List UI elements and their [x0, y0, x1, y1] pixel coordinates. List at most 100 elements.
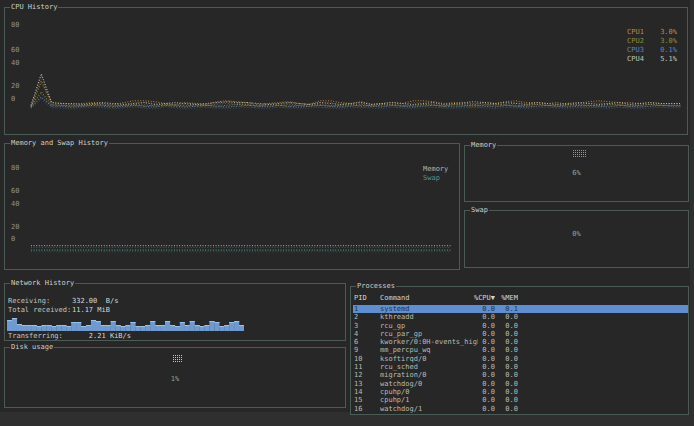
process-cell: 0.0	[459, 363, 495, 371]
processes-header: PID Command %CPU▼ %MEM	[353, 294, 688, 303]
swap-gauge-title: Swap	[470, 206, 489, 215]
legend-label: CPU2	[627, 37, 651, 46]
cpu-legend: CPU13.0%CPU23.0%CPU30.1%CPU45.1%	[627, 28, 677, 64]
process-row[interactable]: 10ksoftirqd/00.00.0	[353, 355, 688, 363]
process-cell: 0.0	[459, 371, 495, 379]
legend-row: Swap	[423, 174, 447, 183]
process-cell: 11	[354, 363, 378, 371]
cpu-y-label-60: 60	[11, 46, 19, 54]
memswap-y-label-0: 0	[11, 235, 15, 243]
swap-gauge-panel: Swap 0%	[464, 210, 689, 268]
swap-gauge-percent: 0%	[465, 230, 688, 238]
memswap-y-label-80: 80	[11, 164, 19, 172]
network-receive-chart	[7, 315, 244, 331]
memory-gauge-dots	[573, 150, 587, 158]
network-total-received-row: Total received: 11.17 MiB	[8, 306, 110, 314]
process-cell: 0.0	[493, 396, 518, 404]
process-cell: 13	[354, 380, 378, 388]
process-cell: 15	[354, 396, 378, 404]
process-cell: 0.0	[459, 313, 495, 321]
process-row[interactable]: 12migration/00.00.0	[353, 371, 688, 379]
legend-row: Memory	[423, 165, 447, 174]
process-cell: 0.0	[493, 355, 518, 363]
process-cell: 0.0	[459, 396, 495, 404]
process-cell: 0.1	[493, 305, 518, 313]
legend-row: CPU30.1%	[627, 46, 677, 55]
process-row[interactable]: 9mm_percpu_wq0.00.0	[353, 346, 688, 354]
memory-swap-legend: MemorySwap	[423, 165, 447, 183]
process-cell: 0.0	[459, 338, 495, 346]
process-cell: 0.0	[459, 355, 495, 363]
process-cell: 0.0	[493, 388, 518, 396]
process-cell: 2	[354, 313, 378, 321]
process-row[interactable]: 14cpuhp/00.00.0	[353, 388, 688, 396]
process-cell: 12	[354, 371, 378, 379]
process-cell: 14	[354, 388, 378, 396]
memory-gauge-title: Memory	[470, 141, 497, 150]
process-cell: 0.0	[493, 405, 518, 413]
legend-value: 3.0%	[651, 28, 677, 37]
network-history-panel: Network History Receiving: 332.00 B/s To…	[4, 283, 346, 341]
column-pid[interactable]: PID	[354, 294, 378, 302]
legend-row: CPU13.0%	[627, 28, 677, 37]
process-cell: 0.0	[493, 322, 518, 330]
process-row[interactable]: 3rcu_gp0.00.0	[353, 322, 688, 330]
cpu-history-chart	[27, 14, 685, 122]
process-cell: 0.0	[493, 371, 518, 379]
process-cell: 0.0	[459, 405, 495, 413]
process-cell: 9	[354, 346, 378, 354]
process-row[interactable]: 6kworker/0:0H-events_high0.00.0	[353, 338, 688, 346]
process-row[interactable]: 13watchdog/00.00.0	[353, 380, 688, 388]
receiving-label: Receiving:	[8, 297, 72, 305]
process-cell: 0.0	[459, 305, 495, 313]
process-cell: 6	[354, 338, 378, 346]
disk-usage-dots	[173, 355, 183, 363]
process-cell: 0.0	[493, 330, 518, 338]
process-row[interactable]: 16watchdog/10.00.0	[353, 405, 688, 413]
disk-usage-title: Disk usage	[10, 343, 54, 352]
processes-title: Processes	[356, 282, 396, 291]
cpu-history-panel: CPU History 80 60 40 20 0 CPU13.0%CPU23.…	[4, 7, 688, 135]
total-received-value: 11.17 MiB	[72, 306, 110, 314]
process-row[interactable]: 1systemd0.00.1	[353, 305, 688, 313]
process-cell: 0.0	[459, 380, 495, 388]
process-row[interactable]: 4rcu_par_gp0.00.0	[353, 330, 688, 338]
legend-value: 3.0%	[651, 37, 677, 46]
total-received-label: Total received:	[8, 306, 72, 314]
process-cell: 0.0	[493, 380, 518, 388]
receiving-value: 332.00 B/s	[72, 297, 118, 305]
column-mem[interactable]: %MEM	[493, 294, 518, 302]
cpu-y-label-80: 80	[11, 21, 19, 29]
process-cell: 10	[354, 355, 378, 363]
memswap-y-label-20: 20	[11, 223, 19, 231]
process-cell: 0.0	[459, 346, 495, 354]
process-cell: 0.0	[459, 388, 495, 396]
process-row[interactable]: 2kthreadd0.00.0	[353, 313, 688, 321]
process-cell: 3	[354, 322, 378, 330]
system-monitor-app: CPU History 80 60 40 20 0 CPU13.0%CPU23.…	[0, 0, 690, 412]
legend-value: 5.1%	[651, 55, 677, 64]
process-cell: 0.0	[493, 346, 518, 354]
memswap-y-label-40: 40	[11, 200, 19, 208]
process-cell: 0.0	[493, 338, 518, 346]
column-cpu[interactable]: %CPU▼	[459, 294, 495, 302]
process-cell: 1	[354, 305, 378, 313]
legend-row: CPU45.1%	[627, 55, 677, 64]
process-cell: 4	[354, 330, 378, 338]
network-history-title: Network History	[10, 279, 75, 288]
memswap-y-label-60: 60	[11, 187, 19, 195]
process-cell: 0.0	[493, 313, 518, 321]
legend-label: CPU3	[627, 46, 651, 55]
legend-row: CPU23.0%	[627, 37, 677, 46]
memory-gauge-percent: 6%	[465, 169, 688, 177]
process-row[interactable]: 15cpuhp/10.00.0	[353, 396, 688, 404]
cpu-y-label-20: 20	[11, 82, 19, 90]
transferring-label: Transferring:	[8, 332, 72, 340]
memory-swap-chart	[27, 150, 457, 262]
process-row[interactable]: 11rcu_sched0.00.0	[353, 363, 688, 371]
cpu-y-label-40: 40	[11, 59, 19, 67]
memory-swap-history-panel: Memory and Swap History 80 60 40 20 0 Me…	[4, 143, 460, 270]
legend-label: CPU1	[627, 28, 651, 37]
network-receiving-row: Receiving: 332.00 B/s	[8, 297, 118, 305]
process-rows: 1systemd0.00.12kthreadd0.00.03rcu_gp0.00…	[353, 305, 688, 413]
